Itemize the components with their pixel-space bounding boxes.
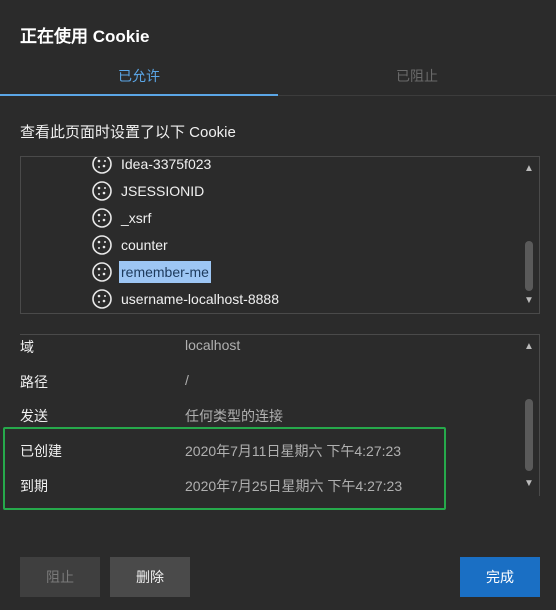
cookie-icon bbox=[92, 289, 112, 309]
dialog-title: 正在使用 Cookie bbox=[20, 27, 150, 46]
cookie-item[interactable]: username-localhost-8888 bbox=[91, 286, 281, 312]
detail-row-path: 路径 / bbox=[20, 364, 520, 398]
details-scrollbar[interactable]: ▲ ▼ bbox=[519, 335, 539, 496]
detail-value: 2020年7月11日星期六 下午4:27:23 bbox=[185, 443, 402, 459]
cookie-item[interactable]: _xsrf bbox=[91, 205, 153, 231]
scrollbar-thumb[interactable] bbox=[525, 241, 533, 291]
detail-key: 路径 bbox=[20, 374, 48, 390]
cookie-item-label: counter bbox=[121, 237, 168, 253]
detail-row-expires: 到期 2020年7月25日星期六 下午4:27:23 bbox=[20, 468, 520, 496]
detail-row-created: 已创建 2020年7月11日星期六 下午4:27:23 bbox=[20, 433, 520, 467]
cookie-icon bbox=[92, 157, 112, 174]
cookie-tree[interactable]: Idea-3375f023 JSESSIONID _xsrf counter r… bbox=[20, 156, 540, 314]
scrollbar-thumb[interactable] bbox=[525, 399, 533, 471]
cookie-list-scrollbar[interactable]: ▲ ▼ bbox=[519, 157, 539, 313]
detail-row-domain: 域 localhost bbox=[20, 335, 520, 363]
block-button[interactable]: 阻止 bbox=[20, 557, 100, 597]
cookie-item-label: Idea-3375f023 bbox=[121, 156, 212, 172]
cookie-item-label: remember-me bbox=[119, 261, 211, 283]
cookie-item[interactable]: Idea-3375f023 bbox=[91, 156, 213, 177]
detail-key: 发送 bbox=[20, 408, 48, 424]
detail-value: / bbox=[185, 372, 189, 388]
scroll-up-arrow-icon[interactable]: ▲ bbox=[519, 339, 539, 355]
tab-blocked[interactable]: 已阻止 bbox=[278, 58, 556, 96]
cookie-item[interactable]: counter bbox=[91, 232, 170, 258]
detail-key: 域 bbox=[20, 339, 34, 355]
cookie-description: 查看此页面时设置了以下 Cookie bbox=[20, 124, 236, 141]
cookie-item-label: _xsrf bbox=[121, 210, 152, 226]
delete-button[interactable]: 删除 bbox=[110, 557, 190, 597]
tab-allowed[interactable]: 已允许 bbox=[0, 58, 278, 96]
cookie-icon bbox=[92, 262, 112, 282]
cookie-icon bbox=[92, 235, 112, 255]
cookie-icon bbox=[92, 181, 112, 201]
detail-value: 2020年7月25日星期六 下午4:27:23 bbox=[185, 478, 403, 494]
cookie-item-label: username-localhost-8888 bbox=[121, 291, 279, 307]
cookie-details: 域 localhost 路径 / 发送 任何类型的连接 已创建 2020年7月1… bbox=[20, 334, 540, 496]
scroll-down-arrow-icon[interactable]: ▼ bbox=[519, 293, 539, 309]
detail-row-send: 发送 任何类型的连接 bbox=[20, 398, 520, 432]
detail-key: 已创建 bbox=[20, 443, 62, 459]
cookie-icon bbox=[92, 208, 112, 228]
tab-bar: 已允许 已阻止 bbox=[0, 58, 556, 96]
detail-value: localhost bbox=[185, 337, 241, 353]
detail-key: 到期 bbox=[20, 478, 48, 494]
cookie-item-label: JSESSIONID bbox=[121, 183, 205, 199]
cookie-item-selected[interactable]: remember-me bbox=[91, 259, 211, 285]
detail-value: 任何类型的连接 bbox=[185, 408, 283, 424]
scroll-down-arrow-icon[interactable]: ▼ bbox=[519, 476, 539, 492]
scroll-up-arrow-icon[interactable]: ▲ bbox=[519, 161, 539, 177]
cookie-item[interactable]: JSESSIONID bbox=[91, 178, 206, 204]
done-button[interactable]: 完成 bbox=[460, 557, 540, 597]
